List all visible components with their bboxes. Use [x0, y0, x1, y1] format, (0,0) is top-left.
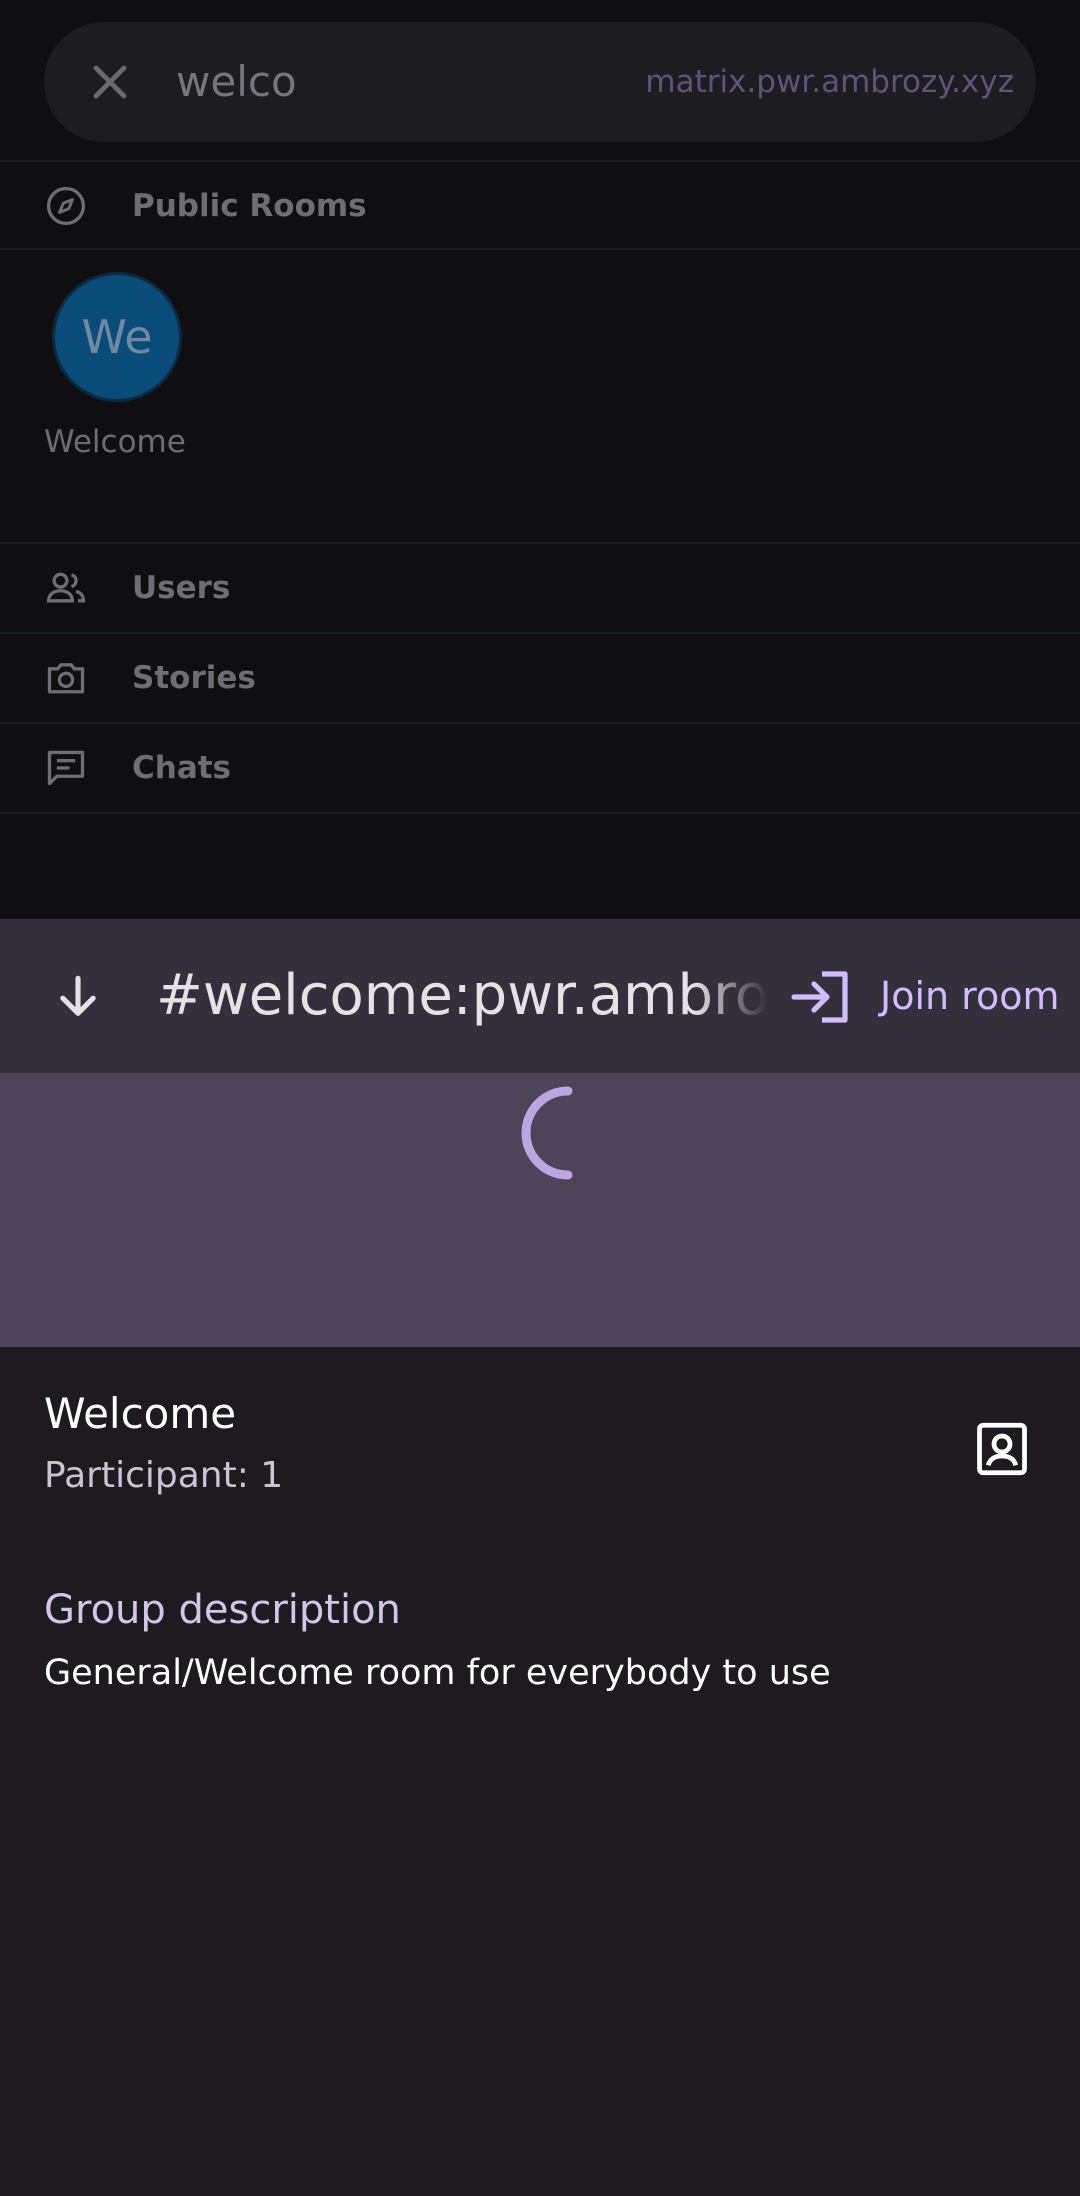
divider: [0, 248, 1080, 250]
participant-count[interactable]: Participant: 1: [44, 1455, 283, 1496]
room-alias-title: #welcome:pwr.ambrozy.xyz: [156, 963, 768, 1028]
sheet-header: #welcome:pwr.ambrozy.xyz Join room: [0, 919, 1080, 1073]
compass-icon: [46, 186, 86, 226]
join-room-label: Join room: [880, 974, 1060, 1018]
section-chats[interactable]: Chats: [0, 724, 1080, 812]
section-label: Stories: [132, 660, 256, 696]
section-label: Public Rooms: [132, 188, 367, 224]
divider: [0, 812, 1080, 814]
section-label: Chats: [132, 750, 232, 786]
login-icon: [791, 971, 848, 1023]
room-name: Welcome: [44, 1389, 237, 1438]
description-text: General/Welcome room for everybody to us…: [44, 1653, 831, 1693]
section-public-rooms[interactable]: Public Rooms: [0, 162, 1080, 250]
contact-card-icon[interactable]: [972, 1419, 1032, 1479]
avatar: We: [52, 272, 182, 402]
section-users[interactable]: Users: [0, 544, 1080, 632]
chat-icon: [47, 750, 85, 786]
arrow-down-icon[interactable]: [50, 969, 106, 1025]
section-stories[interactable]: Stories: [0, 634, 1080, 722]
room-preview-sheet: #welcome:pwr.ambrozy.xyz Join room Welco…: [0, 919, 1080, 2196]
camera-icon: [47, 663, 85, 694]
server-label: matrix.pwr.ambrozy.xyz: [645, 64, 1014, 100]
public-room-card[interactable]: We Welcome: [44, 272, 186, 460]
search-screen-background: welco matrix.pwr.ambrozy.xyz Public Room…: [0, 0, 1080, 919]
room-banner: [0, 1073, 1080, 1347]
loading-spinner-icon: [521, 1086, 573, 1180]
section-label: Users: [132, 570, 231, 606]
description-heading: Group description: [44, 1587, 401, 1633]
room-name: Welcome: [44, 424, 186, 460]
people-icon: [46, 572, 86, 603]
close-icon[interactable]: [86, 58, 134, 106]
search-bar[interactable]: welco matrix.pwr.ambrozy.xyz: [44, 22, 1036, 142]
search-input[interactable]: welco: [176, 22, 297, 142]
